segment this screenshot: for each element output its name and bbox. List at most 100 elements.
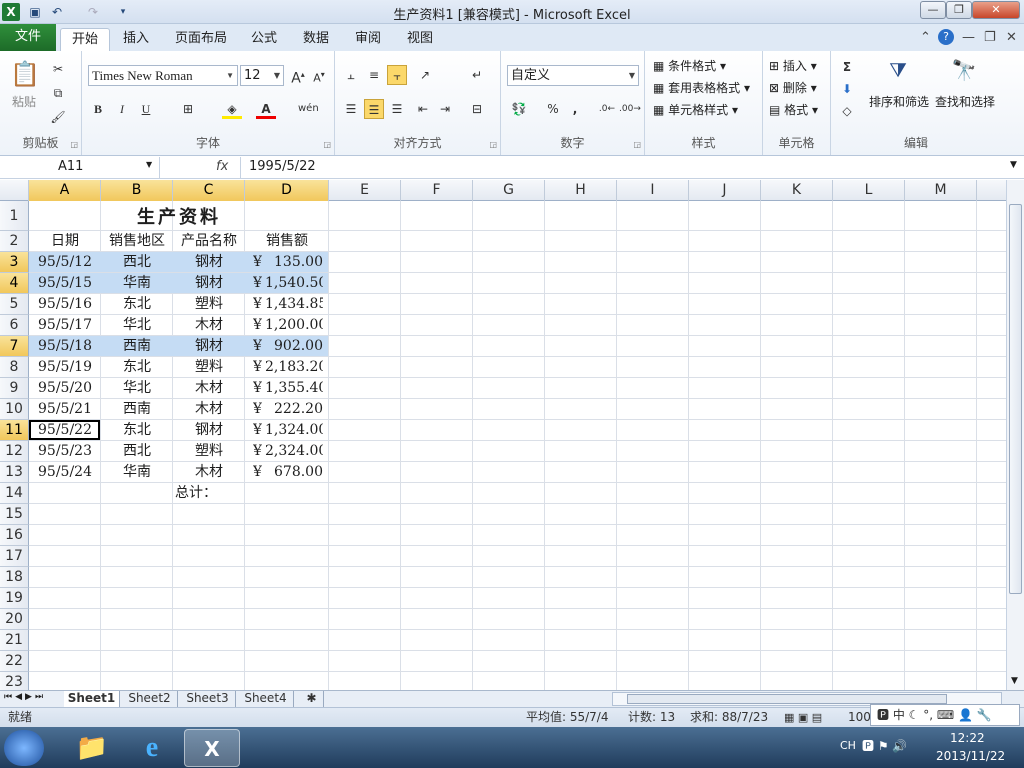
- percent-button[interactable]: %: [543, 99, 563, 119]
- ime-toolbar[interactable]: 🅿 中 ☾ °, ⌨ 👤 🔧: [870, 704, 1020, 726]
- format-painter-icon[interactable]: 🖌: [48, 107, 68, 127]
- date-cell[interactable]: 95/5/18: [29, 336, 101, 357]
- align-right-icon[interactable]: ☰: [387, 99, 407, 119]
- insert-function-button[interactable]: fx: [216, 159, 228, 174]
- date-cell[interactable]: 95/5/24: [29, 462, 101, 483]
- date-cell[interactable]: 95/5/23: [29, 441, 101, 462]
- collapse-ribbon-icon[interactable]: ⌃: [920, 30, 931, 45]
- column-header-h[interactable]: H: [545, 180, 617, 201]
- insert-cells-button[interactable]: ⊞ 插入 ▾: [769, 57, 817, 74]
- column-header-f[interactable]: F: [401, 180, 473, 201]
- date-cell[interactable]: 95/5/15: [29, 273, 101, 294]
- row-header-19[interactable]: 19: [0, 588, 29, 609]
- number-format-combo[interactable]: 自定义 ▼: [507, 65, 639, 86]
- accounting-format-icon[interactable]: 💱: [509, 99, 529, 119]
- sheet-tab-2[interactable]: Sheet2: [122, 691, 178, 707]
- row-header-2[interactable]: 2: [0, 231, 29, 252]
- doc-restore-icon[interactable]: ❐: [984, 30, 996, 45]
- tab-page-layout[interactable]: 页面布局: [170, 28, 232, 51]
- explorer-icon[interactable]: 📁: [64, 729, 120, 767]
- bold-button[interactable]: B: [88, 99, 108, 119]
- row-header-16[interactable]: 16: [0, 525, 29, 546]
- region-cell[interactable]: 华北: [101, 378, 173, 399]
- amount-cell[interactable]: 2,324.00: [265, 441, 323, 462]
- sheet-title[interactable]: 生产资料: [29, 201, 329, 231]
- view-buttons-icon[interactable]: ▦ ▣ ▤: [784, 708, 822, 727]
- region-cell[interactable]: 东北: [101, 294, 173, 315]
- underline-button[interactable]: U: [136, 99, 156, 119]
- column-header-l[interactable]: L: [833, 180, 905, 201]
- name-box[interactable]: A11: [0, 157, 160, 178]
- tab-formulas[interactable]: 公式: [244, 28, 284, 51]
- total-label[interactable]: 总计：: [175, 483, 247, 504]
- amount-cell[interactable]: 2,183.20: [265, 357, 323, 378]
- row-header-15[interactable]: 15: [0, 504, 29, 525]
- amount-cell[interactable]: 902.00: [265, 336, 323, 357]
- row-header-3[interactable]: 3: [0, 252, 29, 273]
- vertical-scrollbar[interactable]: ▼: [1006, 180, 1024, 690]
- date-cell[interactable]: 95/5/12: [29, 252, 101, 273]
- product-cell[interactable]: 钢材: [173, 336, 245, 357]
- doc-minimize-icon[interactable]: —: [962, 30, 975, 45]
- region-cell[interactable]: 华南: [101, 273, 173, 294]
- align-left-icon[interactable]: ☰: [341, 99, 361, 119]
- date-cell[interactable]: 95/5/16: [29, 294, 101, 315]
- product-cell[interactable]: 塑料: [173, 294, 245, 315]
- borders-icon[interactable]: ⊞: [178, 99, 198, 119]
- copy-icon[interactable]: ⧉: [48, 83, 68, 103]
- row-header-12[interactable]: 12: [0, 441, 29, 462]
- region-cell[interactable]: 西北: [101, 441, 173, 462]
- conditional-format-button[interactable]: ▦ 条件格式 ▾: [653, 57, 726, 74]
- align-middle-icon[interactable]: ≡: [364, 65, 384, 85]
- region-cell[interactable]: 华南: [101, 462, 173, 483]
- header-cell[interactable]: 销售地区: [101, 231, 173, 252]
- header-cell[interactable]: 销售额: [245, 231, 329, 252]
- font-size-combo[interactable]: 12 ▼: [240, 65, 284, 86]
- row-header-6[interactable]: 6: [0, 315, 29, 336]
- column-header-d[interactable]: D: [245, 180, 329, 201]
- amount-cell[interactable]: 1,324.00: [265, 420, 323, 441]
- product-cell[interactable]: 钢材: [173, 273, 245, 294]
- region-cell[interactable]: 西北: [101, 252, 173, 273]
- product-cell[interactable]: 钢材: [173, 252, 245, 273]
- italic-button[interactable]: I: [112, 99, 132, 119]
- header-cell[interactable]: 产品名称: [173, 231, 245, 252]
- column-header-k[interactable]: K: [761, 180, 833, 201]
- cut-icon[interactable]: ✂: [48, 59, 68, 79]
- date-cell[interactable]: 95/5/20: [29, 378, 101, 399]
- help-icon[interactable]: ?: [938, 29, 954, 45]
- vertical-scroll-thumb[interactable]: [1009, 204, 1022, 594]
- amount-cell[interactable]: 222.20: [265, 399, 323, 420]
- product-cell[interactable]: 塑料: [173, 441, 245, 462]
- orientation-icon[interactable]: ↗: [415, 65, 435, 85]
- alignment-launcher-icon[interactable]: ◲: [489, 140, 497, 149]
- amount-cell[interactable]: 678.00: [265, 462, 323, 483]
- column-header-g[interactable]: G: [473, 180, 545, 201]
- row-header-5[interactable]: 5: [0, 294, 29, 315]
- product-cell[interactable]: 木材: [173, 399, 245, 420]
- paste-icon[interactable]: 📋: [10, 57, 40, 91]
- phonetic-icon[interactable]: wén: [298, 99, 319, 119]
- date-cell[interactable]: 95/5/19: [29, 357, 101, 378]
- row-header-23[interactable]: 23: [0, 672, 29, 690]
- decrease-decimal-icon[interactable]: .00→: [619, 99, 641, 119]
- row-header-20[interactable]: 20: [0, 609, 29, 630]
- region-cell[interactable]: 西南: [101, 336, 173, 357]
- format-as-table-button[interactable]: ▦ 套用表格格式 ▾: [653, 79, 750, 96]
- sort-filter-icon[interactable]: ⧩: [883, 55, 913, 85]
- insert-sheet-icon[interactable]: ✱: [300, 691, 324, 707]
- align-top-icon[interactable]: ⫠: [341, 65, 361, 85]
- column-header-j[interactable]: J: [689, 180, 761, 201]
- product-cell[interactable]: 钢材: [173, 420, 245, 441]
- row-header-21[interactable]: 21: [0, 630, 29, 651]
- tab-file[interactable]: 文件: [0, 24, 56, 51]
- region-cell[interactable]: 华北: [101, 315, 173, 336]
- header-cell[interactable]: 日期: [29, 231, 101, 252]
- column-header-c[interactable]: C: [173, 180, 245, 201]
- amount-cell[interactable]: 1,540.50: [265, 273, 323, 294]
- font-launcher-icon[interactable]: ◲: [323, 140, 331, 149]
- date-cell[interactable]: 95/5/17: [29, 315, 101, 336]
- font-color-icon[interactable]: A: [256, 99, 276, 119]
- row-header-22[interactable]: 22: [0, 651, 29, 672]
- merge-center-icon[interactable]: ⊟: [467, 99, 487, 119]
